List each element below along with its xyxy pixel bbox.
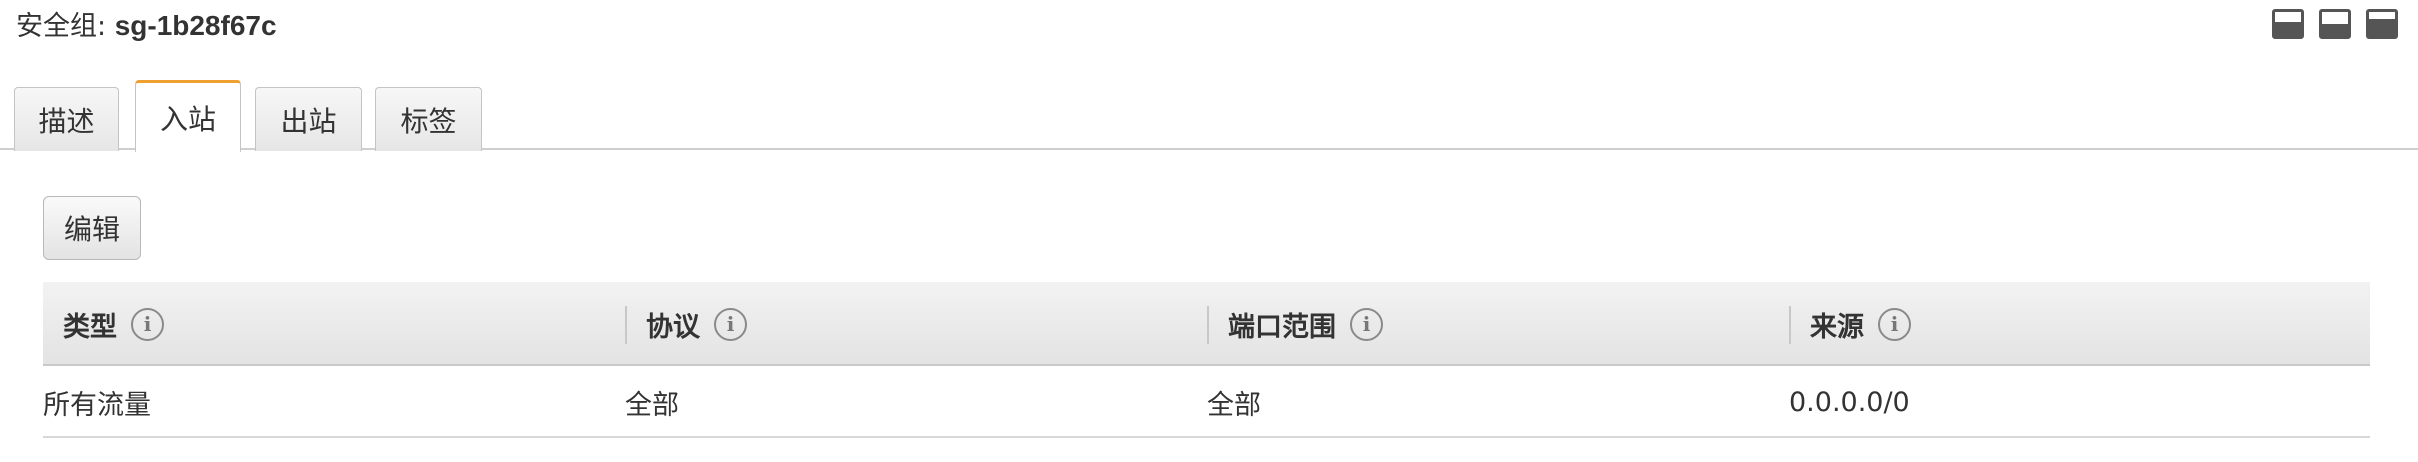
tab-inbound[interactable]: 入站 xyxy=(135,80,241,152)
column-separator xyxy=(625,306,627,344)
cell-type: 所有流量 xyxy=(43,389,151,421)
inbound-rules-table: 类型 i 协议 i 端口范围 i 来源 i 所有流量 全部 全部 0.0.0.0… xyxy=(43,282,2370,438)
table-row[interactable]: 所有流量 全部 全部 0.0.0.0/0 xyxy=(43,366,2370,438)
layout-bottom-large-icon[interactable] xyxy=(2272,9,2304,39)
table-header: 类型 i 协议 i 端口范围 i 来源 i xyxy=(43,282,2370,366)
column-header-type-label: 类型 xyxy=(63,311,117,343)
table-body: 所有流量 全部 全部 0.0.0.0/0 xyxy=(43,366,2370,438)
column-header-protocol-label: 协议 xyxy=(646,311,700,343)
column-header-type[interactable]: 类型 i xyxy=(63,282,164,366)
column-separator xyxy=(1207,306,1209,344)
security-group-panel: 安全组: sg-1b28f67c 描述 入站 出站 标签 编辑 类型 i 协议 … xyxy=(0,0,2418,462)
layout-split-icon[interactable] xyxy=(2319,9,2351,39)
column-header-source[interactable]: 来源 i xyxy=(1789,282,1911,366)
tab-outbound[interactable]: 出站 xyxy=(255,87,362,151)
info-icon[interactable]: i xyxy=(1878,307,1911,341)
info-icon[interactable]: i xyxy=(1350,307,1383,341)
tab-description[interactable]: 描述 xyxy=(14,87,119,151)
edit-button[interactable]: 编辑 xyxy=(43,196,141,260)
info-icon[interactable]: i xyxy=(714,307,747,341)
info-icon[interactable]: i xyxy=(131,307,164,341)
cell-protocol: 全部 xyxy=(625,389,679,421)
layout-top-small-icon[interactable] xyxy=(2366,9,2398,39)
column-header-source-label: 来源 xyxy=(1810,311,1864,343)
column-separator xyxy=(1789,306,1791,344)
layout-toggle-group xyxy=(2272,9,2398,39)
panel-title-label: 安全组: xyxy=(16,11,115,42)
cell-source: 0.0.0.0/0 xyxy=(1789,386,1910,418)
tab-bar: 描述 入站 出站 标签 xyxy=(0,80,2418,152)
cell-port-range: 全部 xyxy=(1207,389,1261,421)
security-group-id: sg-1b28f67c xyxy=(114,10,277,41)
column-header-protocol[interactable]: 协议 i xyxy=(625,282,747,366)
column-header-port-range-label: 端口范围 xyxy=(1228,311,1336,343)
column-header-port-range[interactable]: 端口范围 i xyxy=(1207,282,1383,366)
tab-tags[interactable]: 标签 xyxy=(375,87,482,151)
panel-title: 安全组: sg-1b28f67c xyxy=(16,6,277,47)
